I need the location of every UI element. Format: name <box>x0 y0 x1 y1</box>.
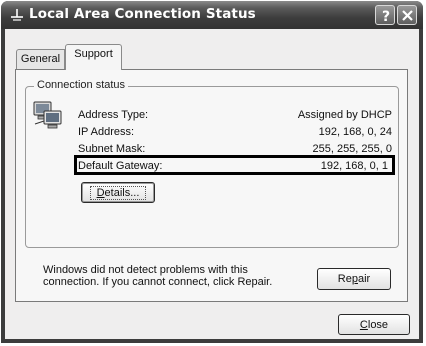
detail-row-ip-address: IP Address: 192, 168, 0, 24 <box>78 126 392 142</box>
close-button[interactable]: Close <box>338 314 410 335</box>
detail-label: Address Type: <box>78 109 149 121</box>
detail-label: Subnet Mask: <box>78 143 146 155</box>
window-title: Local Area Connection Status <box>29 6 256 22</box>
tab-support[interactable]: Support <box>65 44 122 70</box>
group-legend: Connection status <box>34 79 129 91</box>
status-dialog: Local Area Connection Status ? General S… <box>1 1 423 343</box>
help-icon: ? <box>382 9 390 25</box>
svg-text:?: ? <box>382 9 390 25</box>
close-icon <box>402 10 413 21</box>
support-tab-panel: Connection status Address Type: Assigned… <box>15 69 408 302</box>
details-button-label: Details... <box>89 186 147 200</box>
detail-label: Default Gateway: <box>78 160 163 172</box>
detail-label: IP Address: <box>78 126 135 138</box>
detail-value: 192, 168, 0, 1 <box>320 160 388 172</box>
title-bar[interactable]: Local Area Connection Status ? <box>1 1 423 29</box>
repair-button[interactable]: Repair <box>317 268 391 290</box>
detail-row-default-gateway: Default Gateway: 192, 168, 0, 1 <box>78 160 392 176</box>
connection-status-group: Connection status Address Type: Assigned… <box>25 79 399 248</box>
network-connection-icon <box>9 8 25 22</box>
detail-value: 192, 168, 0, 24 <box>318 126 392 138</box>
detail-value: 255, 255, 255, 0 <box>312 143 392 155</box>
help-button[interactable]: ? <box>375 5 395 25</box>
detail-value: Assigned by DHCP <box>297 109 392 121</box>
diagnostic-message: Windows did not detect problems with thi… <box>43 264 273 288</box>
dialog-body: General Support Connection status Addres… <box>5 29 419 339</box>
detail-row-address-type: Address Type: Assigned by DHCP <box>78 109 392 125</box>
details-button[interactable]: Details... <box>81 182 155 203</box>
tab-general[interactable]: General <box>16 49 65 69</box>
network-computer-icon <box>32 99 64 134</box>
close-window-button[interactable] <box>397 5 417 25</box>
